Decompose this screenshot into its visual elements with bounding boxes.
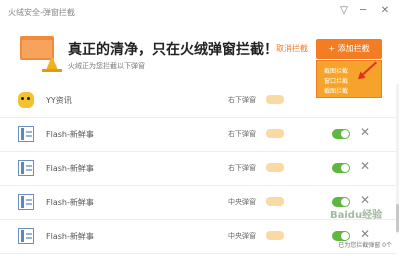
remove-icon[interactable]: ✕: [360, 193, 370, 207]
remove-icon[interactable]: ✕: [360, 125, 370, 139]
list-item: Flash-新鲜事 中央弹窗 ✕: [0, 220, 396, 254]
remove-icon[interactable]: ✕: [360, 227, 370, 241]
popup-name: Flash-新鲜事: [46, 232, 94, 241]
remove-icon[interactable]: ✕: [360, 159, 370, 173]
popup-position: 右下弹窗: [228, 164, 256, 172]
menu-item-screenshot-block-2[interactable]: 截图拦截: [324, 86, 348, 95]
flash-app-icon: [18, 160, 34, 176]
minimize-icon[interactable]: ─: [356, 4, 370, 18]
block-toggle[interactable]: [332, 129, 350, 139]
menu-item-screenshot-block[interactable]: 截图拦截: [324, 66, 348, 75]
traffic-cone-illustration: [20, 36, 62, 72]
flash-app-icon: [18, 228, 34, 244]
title-bar: 火绒安全-弹窗拦截 ▽ ─ ✕: [0, 0, 400, 24]
status-badge: [266, 163, 284, 172]
app-title: 火绒安全-弹窗拦截: [8, 8, 75, 17]
add-block-button[interactable]: + 添加拦截: [316, 39, 382, 59]
list-item: Flash-新鲜事 右下弹窗 ✕: [0, 118, 396, 152]
scrollbar[interactable]: [396, 84, 399, 234]
yy-app-icon: [18, 92, 34, 108]
popup-position: 右下弹窗: [228, 130, 256, 138]
popup-name: YY资讯: [46, 96, 72, 105]
popup-name: Flash-新鲜事: [46, 164, 94, 173]
status-badge: [266, 231, 284, 240]
page-headline: 真正的清净，只在火绒弹窗拦截！: [68, 42, 278, 58]
flash-app-icon: [18, 126, 34, 142]
popup-name: Flash-新鲜事: [46, 130, 94, 139]
watermark: Baidu经验: [330, 210, 383, 221]
cone-base: [42, 69, 62, 72]
list-item: Flash-新鲜事 右下弹窗 ✕: [0, 152, 396, 186]
popup-name: Flash-新鲜事: [46, 198, 94, 207]
popup-position: 右下弹窗: [228, 96, 256, 104]
close-icon[interactable]: ✕: [378, 4, 392, 18]
popup-position: 中央弹窗: [228, 198, 256, 206]
cancel-block-link[interactable]: 取消拦截: [276, 43, 308, 54]
menu-item-window-block[interactable]: 窗口拦截: [324, 76, 348, 85]
block-toggle[interactable]: [332, 163, 350, 173]
flash-app-icon: [18, 194, 34, 210]
help-dropdown-icon[interactable]: ▽: [337, 4, 351, 18]
status-badge: [266, 197, 284, 206]
status-badge: [266, 95, 284, 104]
status-badge: [266, 129, 284, 138]
cone-icon: [46, 56, 58, 70]
page-subtitle: 火绒正为您拦截以下弹窗: [68, 62, 145, 70]
scrollbar-thumb[interactable]: [396, 204, 399, 232]
block-count-status: 已为您拦截弹窗 0个: [338, 242, 392, 249]
popup-position: 中央弹窗: [228, 232, 256, 240]
